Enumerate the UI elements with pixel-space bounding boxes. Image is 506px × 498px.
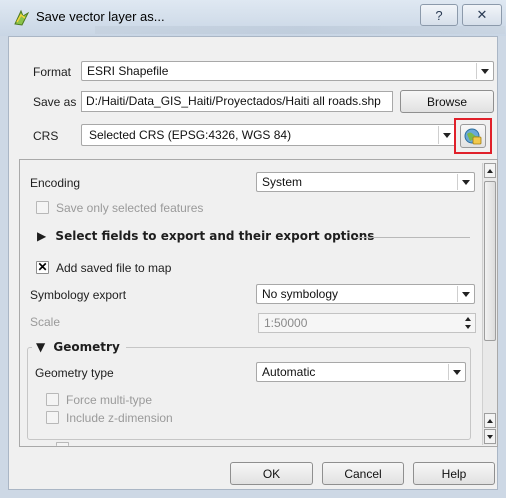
geometry-collapse-toggle[interactable]: ▼ Geometry <box>32 340 126 354</box>
geometry-type-value: Automatic <box>262 365 316 379</box>
window-border-right <box>498 36 506 498</box>
spin-up-icon[interactable] <box>461 315 474 323</box>
encoding-select[interactable]: System <box>256 172 475 192</box>
format-label: Format <box>33 65 72 79</box>
window-border-bottom <box>0 490 506 498</box>
title-help-button[interactable]: ? <box>420 4 458 26</box>
help-button[interactable]: Help <box>413 462 495 485</box>
include-z-checkbox[interactable] <box>46 411 59 424</box>
expand-right-icon: ▶ <box>37 229 47 243</box>
scroll-up-icon[interactable] <box>484 413 496 428</box>
encoding-label: Encoding <box>30 176 81 190</box>
crs-select[interactable]: Selected CRS (EPSG:4326, WGS 84) <box>81 124 456 146</box>
symbology-select[interactable]: No symbology <box>256 284 475 304</box>
crs-button-highlight <box>454 118 492 154</box>
scroll-up-icon[interactable] <box>484 163 496 178</box>
select-fields-label: Select fields to export and their export… <box>55 229 375 243</box>
include-z-label: Include z-dimension <box>66 411 173 425</box>
force-multi-label: Force multi-type <box>66 393 153 407</box>
add-to-map-checkbox[interactable]: ✕ <box>36 261 49 274</box>
crs-label: CRS <box>33 129 59 143</box>
spin-down-icon[interactable] <box>461 323 474 331</box>
add-to-map-label: Add saved file to map <box>56 261 172 275</box>
chevron-down-icon <box>448 364 464 380</box>
scroll-thumb[interactable] <box>484 181 496 341</box>
scale-spinbox[interactable]: 1:50000 <box>258 313 476 333</box>
format-select[interactable]: ESRI Shapefile <box>81 61 494 81</box>
chevron-down-icon <box>438 126 454 144</box>
encoding-value: System <box>262 175 303 189</box>
section-divider <box>356 237 470 238</box>
window-title: Save vector layer as... <box>36 9 165 24</box>
ok-button[interactable]: OK <box>230 462 313 485</box>
close-icon: ✕ <box>476 7 488 22</box>
geometry-type-select[interactable]: Automatic <box>256 362 466 382</box>
options-scrollbar[interactable] <box>482 163 497 445</box>
saveas-label: Save as <box>33 95 77 109</box>
partial-checkbox <box>56 442 69 446</box>
symbology-label: Symbology export <box>30 288 127 302</box>
question-icon: ? <box>435 7 443 23</box>
crs-value: Selected CRS (EPSG:4326, WGS 84) <box>89 128 292 142</box>
chevron-down-icon <box>457 174 473 190</box>
collapse-down-icon: ▼ <box>36 340 46 354</box>
window-border-left <box>0 36 8 498</box>
save-selected-checkbox[interactable] <box>36 201 49 214</box>
geometry-title: Geometry <box>53 340 120 354</box>
force-multi-checkbox[interactable] <box>46 393 59 406</box>
chevron-down-icon <box>457 286 473 302</box>
background-window-blur <box>95 26 505 34</box>
cancel-button[interactable]: Cancel <box>322 462 404 485</box>
check-icon: ✕ <box>37 260 48 274</box>
qgis-icon <box>14 9 30 26</box>
browse-button[interactable]: Browse <box>400 90 494 113</box>
symbology-value: No symbology <box>262 287 339 301</box>
scale-value: 1:50000 <box>264 316 308 330</box>
chevron-down-icon <box>476 63 492 79</box>
scroll-down-icon[interactable] <box>484 429 496 444</box>
select-fields-expander[interactable]: ▶ Select fields to export and their expo… <box>37 229 374 243</box>
save-selected-label: Save only selected features <box>56 201 204 215</box>
close-button[interactable]: ✕ <box>462 4 502 26</box>
geometry-type-label: Geometry type <box>35 366 114 380</box>
saveas-field[interactable]: D:/Haiti/Data_GIS_Haiti/Proyectados/Hait… <box>81 91 393 112</box>
format-value: ESRI Shapefile <box>87 64 169 78</box>
scale-label: Scale <box>30 315 61 329</box>
